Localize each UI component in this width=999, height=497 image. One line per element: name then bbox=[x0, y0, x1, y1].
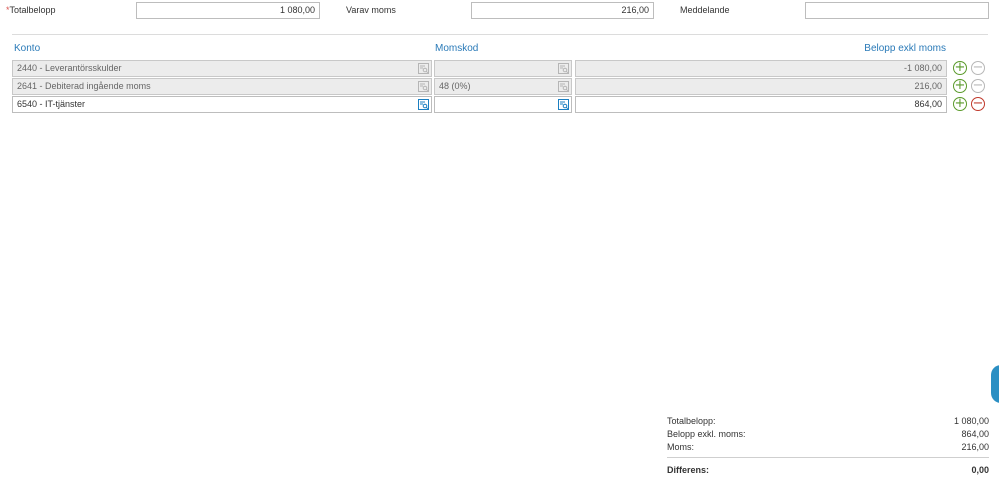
search-list-icon[interactable] bbox=[558, 81, 569, 92]
plus-circle-icon[interactable]: + bbox=[953, 79, 967, 93]
belopp-field[interactable]: -1 080,00 bbox=[575, 60, 947, 77]
momskod-field[interactable] bbox=[434, 96, 572, 113]
search-list-icon[interactable] bbox=[418, 81, 429, 92]
column-header-momskod[interactable]: Momskod bbox=[435, 43, 478, 55]
meddelande-label: Meddelande bbox=[680, 5, 730, 15]
search-list-icon[interactable] bbox=[558, 63, 569, 74]
konto-field[interactable]: 2641 - Debiterad ingående moms bbox=[12, 78, 432, 95]
varav-moms-input[interactable]: 216,00 bbox=[471, 2, 654, 19]
konto-value: 6540 - IT-tjänster bbox=[17, 99, 86, 109]
totalbelopp-input[interactable]: 1 080,00 bbox=[136, 2, 320, 19]
konto-field[interactable]: 6540 - IT-tjänster bbox=[12, 96, 432, 113]
momskod-field[interactable]: 48 (0%) bbox=[434, 78, 572, 95]
summary-divider bbox=[667, 457, 989, 458]
totalbelopp-label: *Totalbelopp bbox=[6, 4, 56, 16]
summary-moms-label: Moms: bbox=[667, 442, 694, 452]
konto-value: 2641 - Debiterad ingående moms bbox=[17, 81, 151, 91]
meddelande-input[interactable] bbox=[805, 2, 989, 19]
chat-tab-icon[interactable] bbox=[991, 365, 999, 403]
summary-moms-value: 216,00 bbox=[961, 442, 989, 452]
column-header-belopp[interactable]: Belopp exkl moms bbox=[780, 43, 946, 55]
belopp-field[interactable]: 864,00 bbox=[575, 96, 947, 113]
header-divider bbox=[12, 34, 988, 35]
konto-field[interactable]: 2440 - Leverantörsskulder bbox=[12, 60, 432, 77]
totalbelopp-label-text: Totalbelopp bbox=[9, 5, 56, 15]
column-header-konto[interactable]: Konto bbox=[14, 43, 40, 55]
plus-circle-icon[interactable]: + bbox=[953, 97, 967, 111]
search-list-icon[interactable] bbox=[558, 99, 569, 110]
summary-belopp-exkl-label: Belopp exkl. moms: bbox=[667, 429, 746, 439]
momskod-field[interactable] bbox=[434, 60, 572, 77]
varav-moms-label: Varav moms bbox=[346, 5, 396, 15]
momskod-value: 48 (0%) bbox=[439, 81, 471, 91]
summary-totalbelopp-value: 1 080,00 bbox=[953, 416, 989, 426]
search-list-icon[interactable] bbox=[418, 99, 429, 110]
summary-belopp-exkl-value: 864,00 bbox=[961, 429, 989, 439]
summary-differens-value: 0,00 bbox=[971, 465, 989, 475]
search-list-icon[interactable] bbox=[418, 63, 429, 74]
summary-differens-label: Differens: bbox=[667, 465, 710, 475]
plus-circle-icon[interactable]: + bbox=[953, 61, 967, 75]
minus-circle-icon[interactable]: − bbox=[971, 79, 985, 93]
summary-totalbelopp-label: Totalbelopp: bbox=[667, 416, 716, 426]
belopp-field[interactable]: 216,00 bbox=[575, 78, 947, 95]
minus-circle-icon[interactable]: − bbox=[971, 97, 985, 111]
minus-circle-icon[interactable]: − bbox=[971, 61, 985, 75]
konto-value: 2440 - Leverantörsskulder bbox=[17, 63, 122, 73]
